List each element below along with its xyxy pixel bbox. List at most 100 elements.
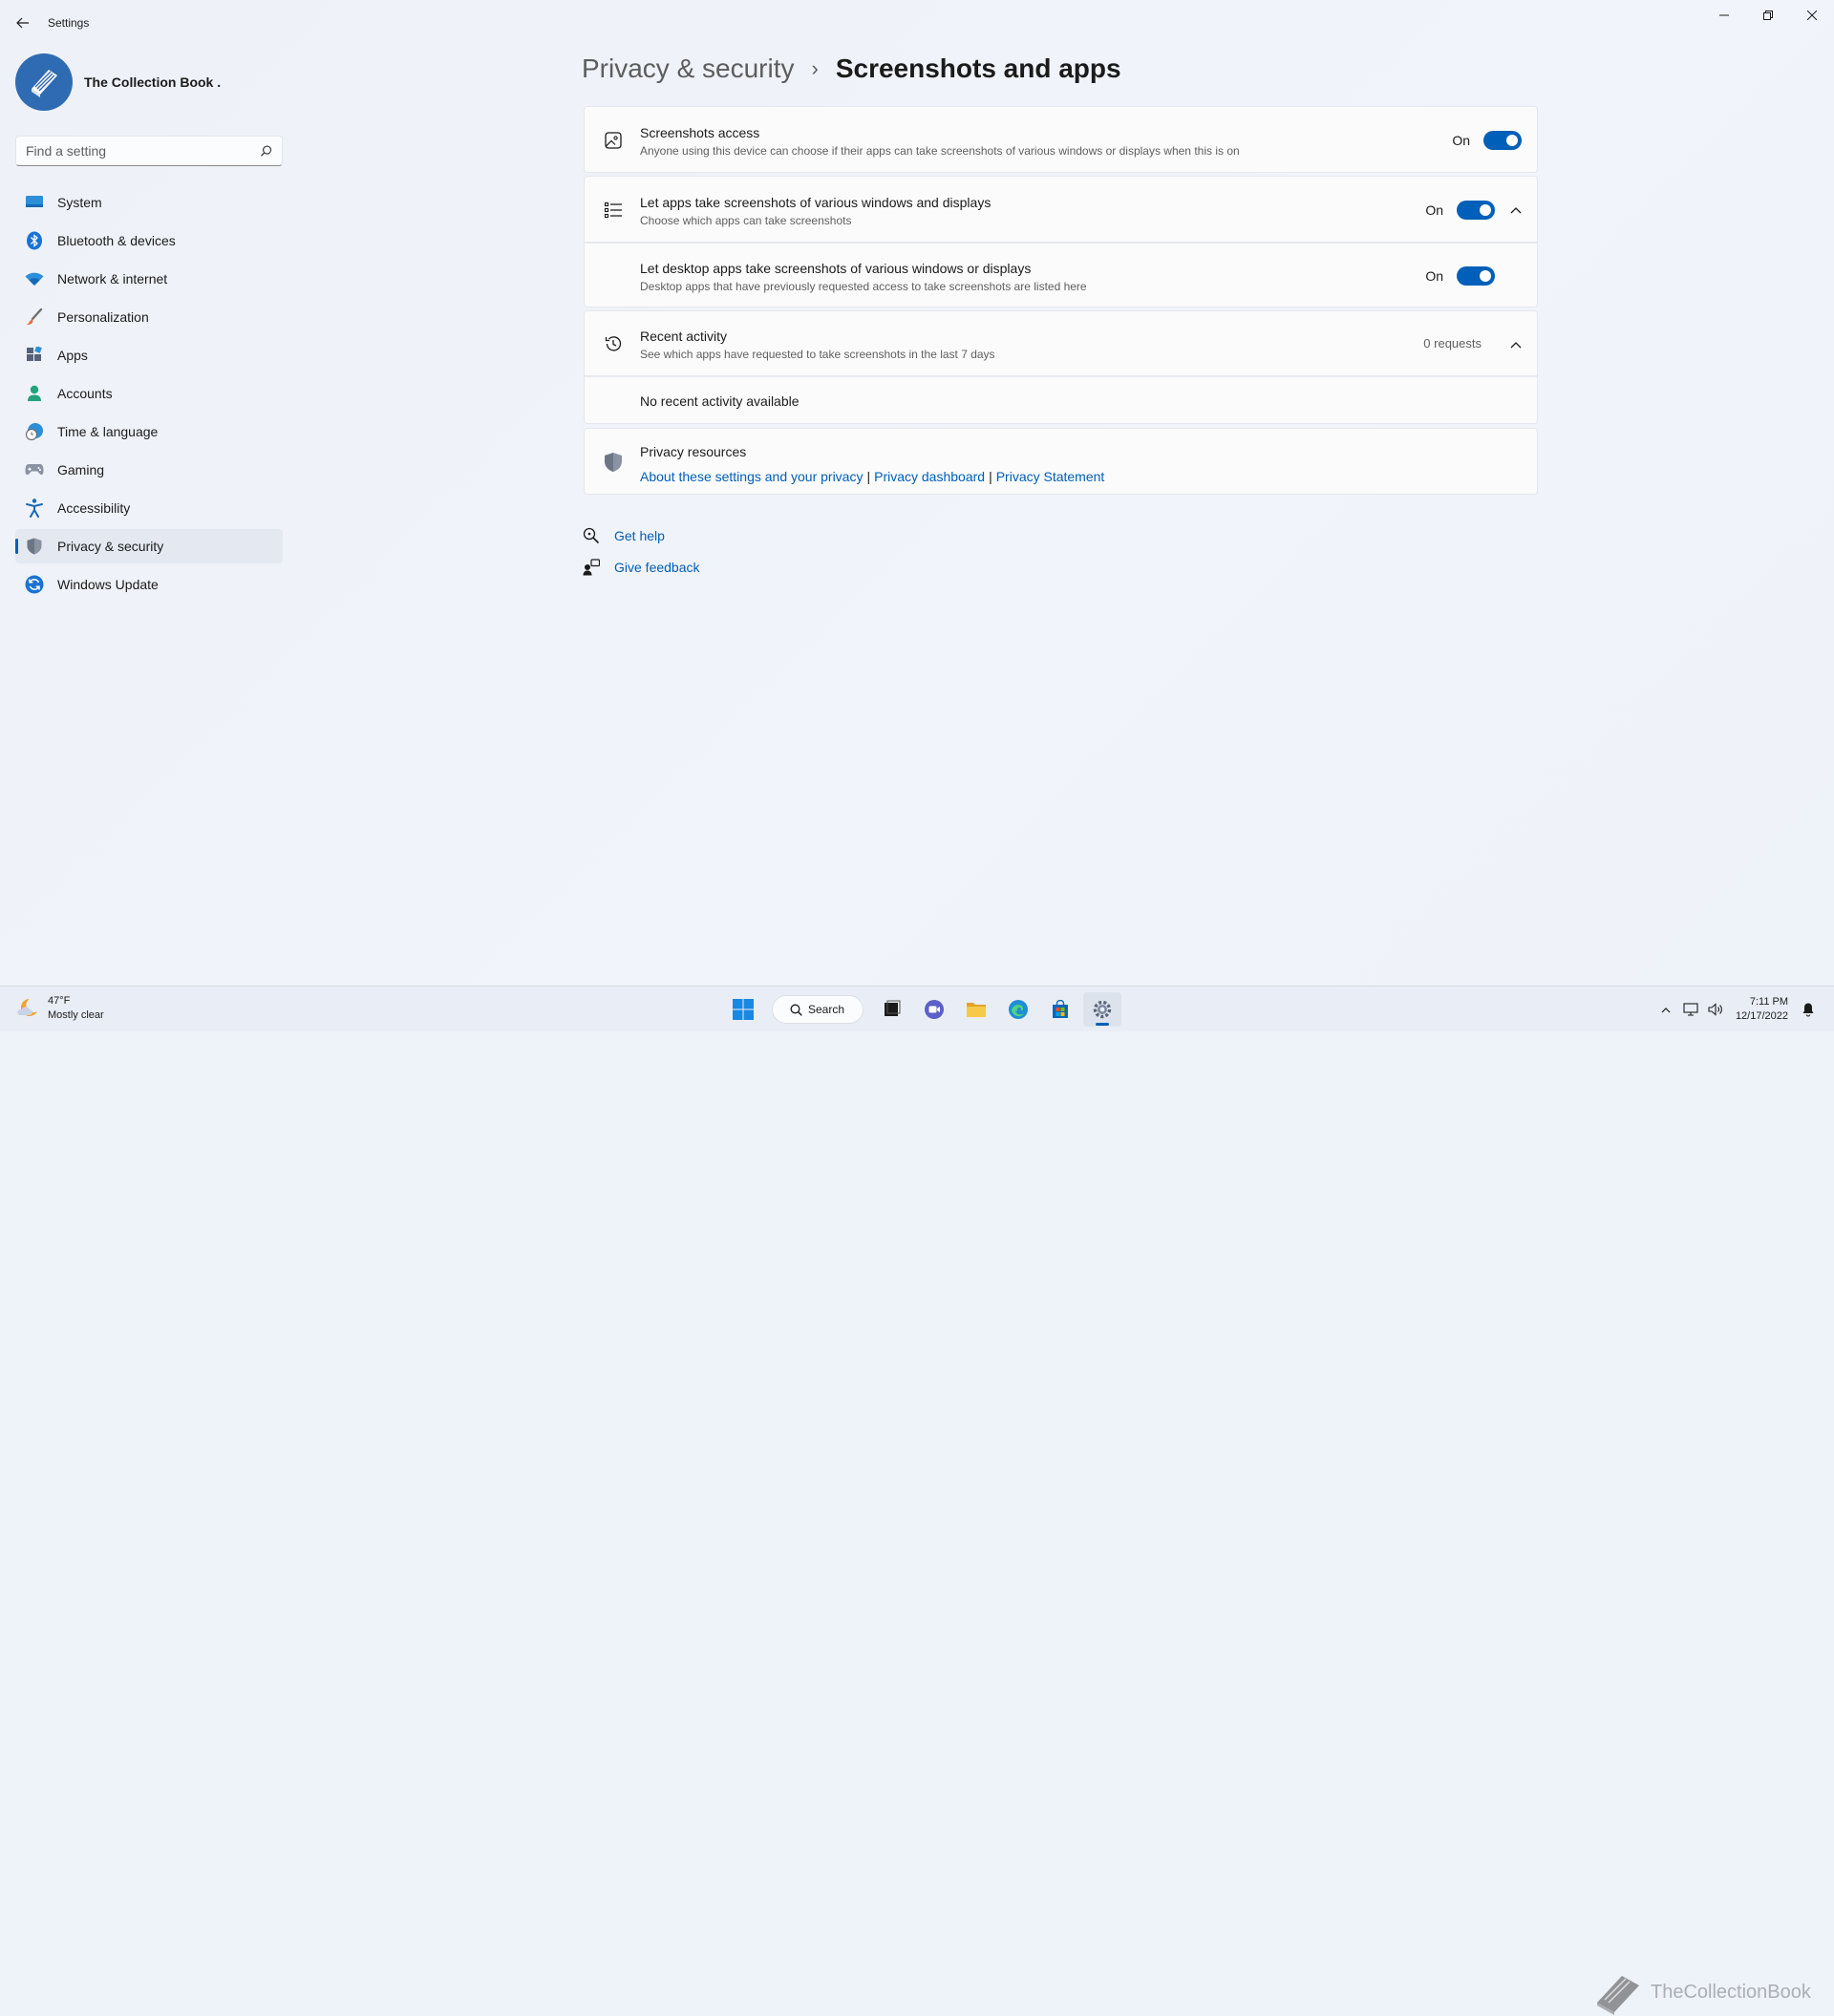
desktop-apps-screenshots-title: Let desktop apps take screenshots of var… (640, 261, 1032, 276)
chevron-up-icon (1661, 1007, 1671, 1012)
chevron-up-icon[interactable] (1506, 201, 1525, 220)
breadcrumb-chevron-icon: › (811, 56, 819, 80)
sidebar-item-privacy-security[interactable]: Privacy & security (15, 529, 283, 563)
search-icon[interactable] (260, 144, 272, 158)
desktop-apps-screenshots-card: Let desktop apps take screenshots of var… (584, 243, 1538, 308)
link-separator: | (989, 469, 992, 484)
network-tray-icon[interactable] (1680, 992, 1701, 1027)
privacy-statement-link[interactable]: Privacy Statement (996, 469, 1105, 484)
give-feedback-item[interactable]: Give feedback (582, 558, 700, 577)
task-view-icon (885, 1000, 901, 1016)
privacy-resources-title: Privacy resources (640, 444, 747, 459)
book-watermark-icon (1597, 1976, 1639, 2015)
store-icon (1053, 1000, 1068, 1018)
sidebar-item-apps[interactable]: Apps (15, 338, 283, 372)
recent-activity-count: 0 requests (1423, 336, 1482, 350)
screenshots-access-toggle[interactable] (1483, 131, 1522, 150)
breadcrumb-parent-link[interactable]: Privacy & security (582, 53, 795, 84)
moon-cloud-icon (17, 998, 37, 1016)
sidebar-item-network[interactable]: Network & internet (15, 262, 283, 296)
desktop-apps-screenshots-description: Desktop apps that have previously reques… (640, 280, 1087, 293)
settings-taskbar-button[interactable] (1083, 992, 1121, 1027)
chat-video-icon (925, 1000, 944, 1019)
page-title: Screenshots and apps (835, 53, 1121, 83)
app-title: Settings (48, 16, 90, 30)
start-button[interactable] (724, 992, 762, 1027)
sidebar-item-label: Time & language (57, 424, 159, 439)
sidebar-item-label: Accessibility (57, 500, 131, 516)
chevron-up-icon[interactable] (1506, 335, 1525, 354)
restore-button[interactable] (1746, 0, 1790, 31)
let-apps-screenshots-description: Choose which apps can take screenshots (640, 214, 852, 227)
clock-globe-icon (25, 422, 44, 441)
weather-widget[interactable]: 47°F Mostly clear (15, 994, 104, 1023)
gear-icon (1093, 1000, 1112, 1019)
watermark-text: TheCollectionBook (1651, 1981, 1811, 2003)
minimize-icon (1719, 14, 1729, 16)
show-hidden-icons-button[interactable] (1655, 992, 1676, 1027)
about-settings-privacy-link[interactable]: About these settings and your privacy (640, 469, 863, 484)
settings-search-box[interactable] (15, 136, 283, 166)
file-explorer-button[interactable] (957, 992, 995, 1027)
taskbar-apps: Search (722, 992, 1123, 1027)
back-arrow-icon (16, 17, 29, 29)
sidebar-item-label: Bluetooth & devices (57, 233, 176, 248)
get-help-link[interactable]: Get help (614, 528, 665, 543)
sidebar-item-bluetooth[interactable]: Bluetooth & devices (15, 223, 283, 258)
sidebar-item-accessibility[interactable]: Accessibility (15, 491, 283, 525)
system-tray: 7:11 PM 12/17/2022 (1653, 992, 1821, 1027)
give-feedback-link[interactable]: Give feedback (614, 560, 700, 575)
edge-browser-button[interactable] (999, 992, 1037, 1027)
sidebar-item-personalization[interactable]: Personalization (15, 300, 283, 334)
sidebar-item-label: Personalization (57, 309, 149, 325)
sidebar-item-label: System (57, 195, 102, 210)
minimize-button[interactable] (1702, 0, 1746, 31)
search-icon (790, 1004, 802, 1016)
settings-search-input[interactable] (26, 143, 260, 159)
update-icon (25, 575, 44, 594)
sidebar-item-accounts[interactable]: Accounts (15, 376, 283, 411)
volume-icon[interactable] (1705, 992, 1726, 1027)
privacy-resources-card: Privacy resources About these settings a… (584, 428, 1538, 495)
weather-description: Mostly clear (48, 1009, 104, 1021)
screenshot-image-icon (602, 129, 625, 152)
feedback-icon (582, 558, 601, 577)
sidebar-nav: System Bluetooth & devices Network & int… (15, 185, 283, 605)
recent-activity-title: Recent activity (640, 329, 728, 344)
notifications-button[interactable] (1798, 992, 1819, 1027)
shield-icon (602, 451, 625, 474)
restore-icon (1763, 11, 1773, 20)
back-button[interactable] (11, 11, 34, 34)
sidebar-item-gaming[interactable]: Gaming (15, 453, 283, 487)
teams-chat-button[interactable] (915, 992, 953, 1027)
sidebar-item-time-language[interactable]: Time & language (15, 414, 283, 449)
privacy-dashboard-link[interactable]: Privacy dashboard (874, 469, 985, 484)
sidebar-item-label: Privacy & security (57, 539, 164, 554)
history-icon (602, 332, 625, 355)
monitor-icon (25, 193, 44, 212)
microsoft-store-button[interactable] (1041, 992, 1079, 1027)
sidebar-item-system[interactable]: System (15, 185, 283, 220)
let-apps-screenshots-toggle[interactable] (1457, 201, 1495, 220)
clock-date: 12/17/2022 (1735, 1010, 1788, 1022)
taskbar-clock[interactable]: 7:11 PM 12/17/2022 (1736, 995, 1788, 1024)
weather-temperature: 47°F (48, 995, 71, 1007)
brush-icon (25, 308, 44, 327)
recent-activity-card[interactable]: Recent activity See which apps have requ… (584, 310, 1538, 376)
get-help-item[interactable]: Get help (582, 526, 665, 545)
breadcrumb: Privacy & security › Screenshots and app… (582, 53, 1121, 84)
close-icon (1807, 11, 1817, 20)
sidebar-item-windows-update[interactable]: Windows Update (15, 567, 283, 602)
task-view-button[interactable] (873, 992, 911, 1027)
screenshots-access-toggle-group: On (1452, 131, 1522, 150)
close-button[interactable] (1790, 0, 1834, 31)
let-apps-screenshots-card[interactable]: Let apps take screenshots of various win… (584, 176, 1538, 243)
user-profile[interactable]: The Collection Book . (15, 53, 221, 111)
book-icon (32, 70, 57, 97)
desktop-apps-screenshots-toggle[interactable] (1457, 266, 1495, 286)
taskbar-search-button[interactable]: Search (772, 995, 864, 1024)
sidebar-item-label: Windows Update (57, 577, 159, 592)
shield-icon (25, 537, 44, 556)
taskbar-search-label: Search (808, 1003, 845, 1016)
bell-icon (1802, 1003, 1814, 1017)
